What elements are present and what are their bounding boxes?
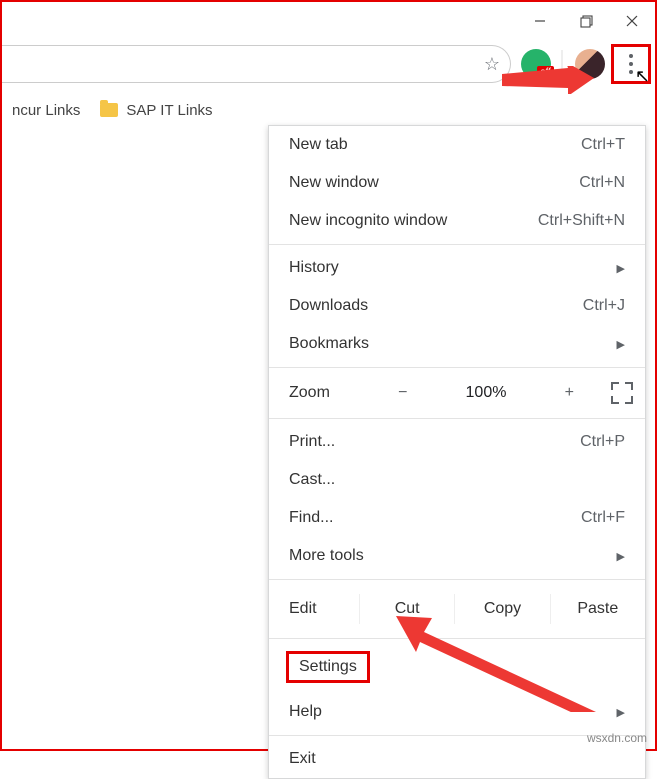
- menu-history[interactable]: History▶: [269, 249, 645, 287]
- menu-separator: [269, 367, 645, 368]
- menu-edit-row: Edit Cut Copy Paste: [269, 584, 645, 634]
- zoom-level: 100%: [458, 384, 515, 402]
- menu-separator: [269, 244, 645, 245]
- menu-print[interactable]: Print...Ctrl+P: [269, 423, 645, 461]
- zoom-out-button[interactable]: −: [390, 384, 415, 402]
- zoom-label: Zoom: [289, 384, 369, 402]
- edit-label: Edit: [289, 600, 359, 618]
- menu-new-tab[interactable]: New tabCtrl+T: [269, 126, 645, 164]
- chevron-right-icon: ▶: [617, 706, 625, 719]
- menu-settings[interactable]: Settings: [269, 643, 645, 693]
- menu-new-incognito[interactable]: New incognito windowCtrl+Shift+N: [269, 202, 645, 240]
- menu-cast[interactable]: Cast...: [269, 461, 645, 499]
- menu-separator: [269, 638, 645, 639]
- window-titlebar: [2, 2, 655, 40]
- menu-bookmarks[interactable]: Bookmarks▶: [269, 325, 645, 363]
- zoom-in-button[interactable]: +: [557, 384, 582, 402]
- omnibox[interactable]: ☆: [2, 45, 511, 83]
- fullscreen-button[interactable]: [611, 382, 633, 404]
- bookmark-star-icon[interactable]: ☆: [484, 54, 500, 75]
- menu-separator: [269, 579, 645, 580]
- menu-downloads[interactable]: DownloadsCtrl+J: [269, 287, 645, 325]
- chevron-right-icon: ▶: [617, 262, 625, 275]
- bookmark-folder[interactable]: SAP IT Links: [90, 96, 222, 125]
- menu-more-tools[interactable]: More tools▶: [269, 537, 645, 575]
- cursor-icon: ↖: [635, 66, 650, 87]
- extension-icon[interactable]: off: [521, 49, 551, 79]
- menu-zoom: Zoom − 100% +: [269, 372, 645, 414]
- chevron-right-icon: ▶: [617, 550, 625, 563]
- folder-icon: [100, 103, 118, 117]
- toolbar-separator: [561, 50, 563, 78]
- cut-button[interactable]: Cut: [359, 594, 454, 624]
- chevron-right-icon: ▶: [617, 338, 625, 351]
- minimize-button[interactable]: [517, 2, 563, 40]
- menu-new-window[interactable]: New windowCtrl+N: [269, 164, 645, 202]
- copy-button[interactable]: Copy: [454, 594, 549, 624]
- chrome-main-menu: New tabCtrl+T New windowCtrl+N New incog…: [268, 125, 646, 779]
- maximize-button[interactable]: [563, 2, 609, 40]
- profile-avatar[interactable]: [575, 49, 605, 79]
- bookmark-folder[interactable]: ncur Links: [2, 96, 90, 125]
- vertical-dots-icon: [629, 54, 633, 74]
- close-button[interactable]: [609, 2, 655, 40]
- menu-find[interactable]: Find...Ctrl+F: [269, 499, 645, 537]
- chrome-menu-button[interactable]: ↖: [611, 44, 651, 84]
- menu-exit[interactable]: Exit: [269, 740, 645, 778]
- menu-separator: [269, 418, 645, 419]
- extension-badge: off: [537, 66, 554, 79]
- menu-help[interactable]: Help▶: [269, 693, 645, 731]
- browser-toolbar: ☆ off ↖: [2, 40, 655, 88]
- paste-button[interactable]: Paste: [550, 594, 645, 624]
- watermark: wsxdn.com: [587, 731, 647, 745]
